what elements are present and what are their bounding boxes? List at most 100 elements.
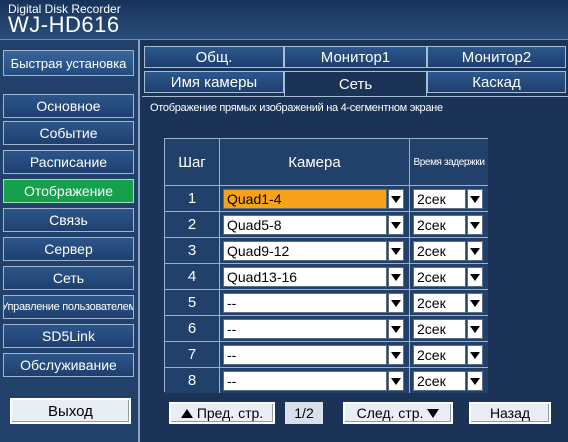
step-number: 2 xyxy=(165,211,220,237)
header-camera: Камера xyxy=(220,139,410,185)
sidebar-item-network[interactable]: Сеть xyxy=(3,266,134,290)
tab-cascade[interactable]: Каскад xyxy=(427,71,566,93)
step-number: 3 xyxy=(165,237,220,263)
camera-select-value: -- xyxy=(227,347,237,363)
page-indicator: 1/2 xyxy=(285,402,323,424)
delay-select[interactable]: 2сек xyxy=(413,293,466,313)
camera-cell: Quad5-8 xyxy=(220,211,410,237)
chevron-down-icon[interactable] xyxy=(388,293,404,313)
main-panel: Общ. Монитор1 Монитор2 Имя камеры Сеть К… xyxy=(142,44,568,442)
delay-cell: 2сек xyxy=(410,367,488,393)
camera-select[interactable]: Quad13-16 xyxy=(223,267,387,287)
sidebar-item-user-management[interactable]: Управление пользователем xyxy=(3,295,134,319)
sidebar-item-schedule[interactable]: Расписание xyxy=(3,150,134,174)
chevron-down-icon[interactable] xyxy=(467,189,483,209)
chevron-down-icon[interactable] xyxy=(467,345,483,365)
delay-cell: 2сек xyxy=(410,211,488,237)
sidebar-item-display[interactable]: Отображение xyxy=(3,179,134,203)
exit-button[interactable]: Выход xyxy=(10,398,131,424)
arrow-up-icon xyxy=(180,408,193,418)
camera-select[interactable]: Quad9-12 xyxy=(223,241,387,261)
delay-select-value: 2сек xyxy=(417,269,446,285)
step-number: 7 xyxy=(165,341,220,367)
step-number: 1 xyxy=(165,185,220,211)
delay-select[interactable]: 2сек xyxy=(413,215,466,235)
step-number: 6 xyxy=(165,315,220,341)
delay-select[interactable]: 2сек xyxy=(413,189,466,209)
tab-network[interactable]: Сеть xyxy=(284,71,427,97)
tab-monitor1[interactable]: Монитор1 xyxy=(284,46,427,68)
brand-model: WJ-HD616 xyxy=(8,12,120,37)
camera-cell: Quad13-16 xyxy=(220,263,410,289)
header-delay: Время задержки xyxy=(410,139,488,185)
delay-cell: 2сек xyxy=(410,237,488,263)
next-page-label: След. стр. xyxy=(356,405,424,421)
quick-setup-button[interactable]: Быстрая установка xyxy=(3,50,134,76)
sequence-table: Шаг Камера Время задержки 1 Quad1-4 2сек 2 Q… xyxy=(164,138,488,393)
chevron-down-icon[interactable] xyxy=(467,267,483,287)
sidebar: Быстрая установка Основное Событие Распи… xyxy=(0,40,140,442)
camera-select[interactable]: Quad1-4 xyxy=(223,189,387,209)
sidebar-item-maintenance[interactable]: Обслуживание xyxy=(3,353,134,377)
chevron-down-icon[interactable] xyxy=(388,319,404,339)
delay-select-value: 2сек xyxy=(417,373,446,389)
sidebar-item-event[interactable]: Событие xyxy=(3,121,134,145)
prev-page-button[interactable]: Пред. стр. xyxy=(169,402,275,424)
camera-cell: -- xyxy=(220,289,410,315)
tab-general[interactable]: Общ. xyxy=(144,46,284,68)
delay-select-value: 2сек xyxy=(417,347,446,363)
arrow-down-icon xyxy=(427,408,440,418)
step-number: 8 xyxy=(165,367,220,393)
next-page-button[interactable]: След. стр. xyxy=(343,402,453,424)
camera-cell: Quad1-4 xyxy=(220,185,410,211)
chevron-down-icon[interactable] xyxy=(467,241,483,261)
delay-select-value: 2сек xyxy=(417,243,446,259)
camera-select-value: -- xyxy=(227,321,237,337)
camera-select-value: -- xyxy=(227,295,237,311)
delay-select-value: 2сек xyxy=(417,321,446,337)
delay-select[interactable]: 2сек xyxy=(413,267,466,287)
chevron-down-icon[interactable] xyxy=(388,241,404,261)
delay-cell: 2сек xyxy=(410,185,488,211)
sidebar-item-sd5link[interactable]: SD5Link xyxy=(3,324,134,348)
delay-select-value: 2сек xyxy=(417,217,446,233)
header-step: Шаг xyxy=(165,139,220,185)
chevron-down-icon[interactable] xyxy=(388,215,404,235)
chevron-down-icon[interactable] xyxy=(388,345,404,365)
sidebar-item-basic[interactable]: Основное xyxy=(3,94,134,118)
delay-cell: 2сек xyxy=(410,263,488,289)
delay-cell: 2сек xyxy=(410,289,488,315)
prev-page-label: Пред. стр. xyxy=(196,405,264,421)
sidebar-item-comm[interactable]: Связь xyxy=(3,208,134,232)
chevron-down-icon[interactable] xyxy=(467,293,483,313)
tab-monitor2[interactable]: Монитор2 xyxy=(427,46,566,68)
camera-select[interactable]: Quad5-8 xyxy=(223,215,387,235)
delay-select-value: 2сек xyxy=(417,191,446,207)
chevron-down-icon[interactable] xyxy=(388,371,404,391)
camera-select-value: Quad13-16 xyxy=(227,269,298,285)
camera-select-value: Quad1-4 xyxy=(227,191,282,207)
chevron-down-icon[interactable] xyxy=(467,215,483,235)
sidebar-item-server[interactable]: Сервер xyxy=(3,237,134,261)
camera-select[interactable]: -- xyxy=(223,293,387,313)
camera-cell: Quad9-12 xyxy=(220,237,410,263)
step-number: 5 xyxy=(165,289,220,315)
chevron-down-icon[interactable] xyxy=(467,371,483,391)
camera-select-value: Quad5-8 xyxy=(227,217,282,233)
step-number: 4 xyxy=(165,263,220,289)
chevron-down-icon[interactable] xyxy=(388,267,404,287)
back-button[interactable]: Назад xyxy=(469,402,551,424)
delay-select[interactable]: 2сек xyxy=(413,241,466,261)
chevron-down-icon[interactable] xyxy=(388,189,404,209)
camera-select-value: -- xyxy=(227,373,237,389)
chevron-down-icon[interactable] xyxy=(467,319,483,339)
header-bar: Digital Disk Recorder WJ-HD616 xyxy=(0,0,568,40)
delay-select[interactable]: 2сек xyxy=(413,371,466,391)
camera-select[interactable]: -- xyxy=(223,345,387,365)
delay-select[interactable]: 2сек xyxy=(413,319,466,339)
camera-cell: -- xyxy=(220,341,410,367)
camera-select[interactable]: -- xyxy=(223,371,387,391)
camera-select[interactable]: -- xyxy=(223,319,387,339)
delay-select[interactable]: 2сек xyxy=(413,345,466,365)
tab-camera-name[interactable]: Имя камеры xyxy=(144,71,284,93)
